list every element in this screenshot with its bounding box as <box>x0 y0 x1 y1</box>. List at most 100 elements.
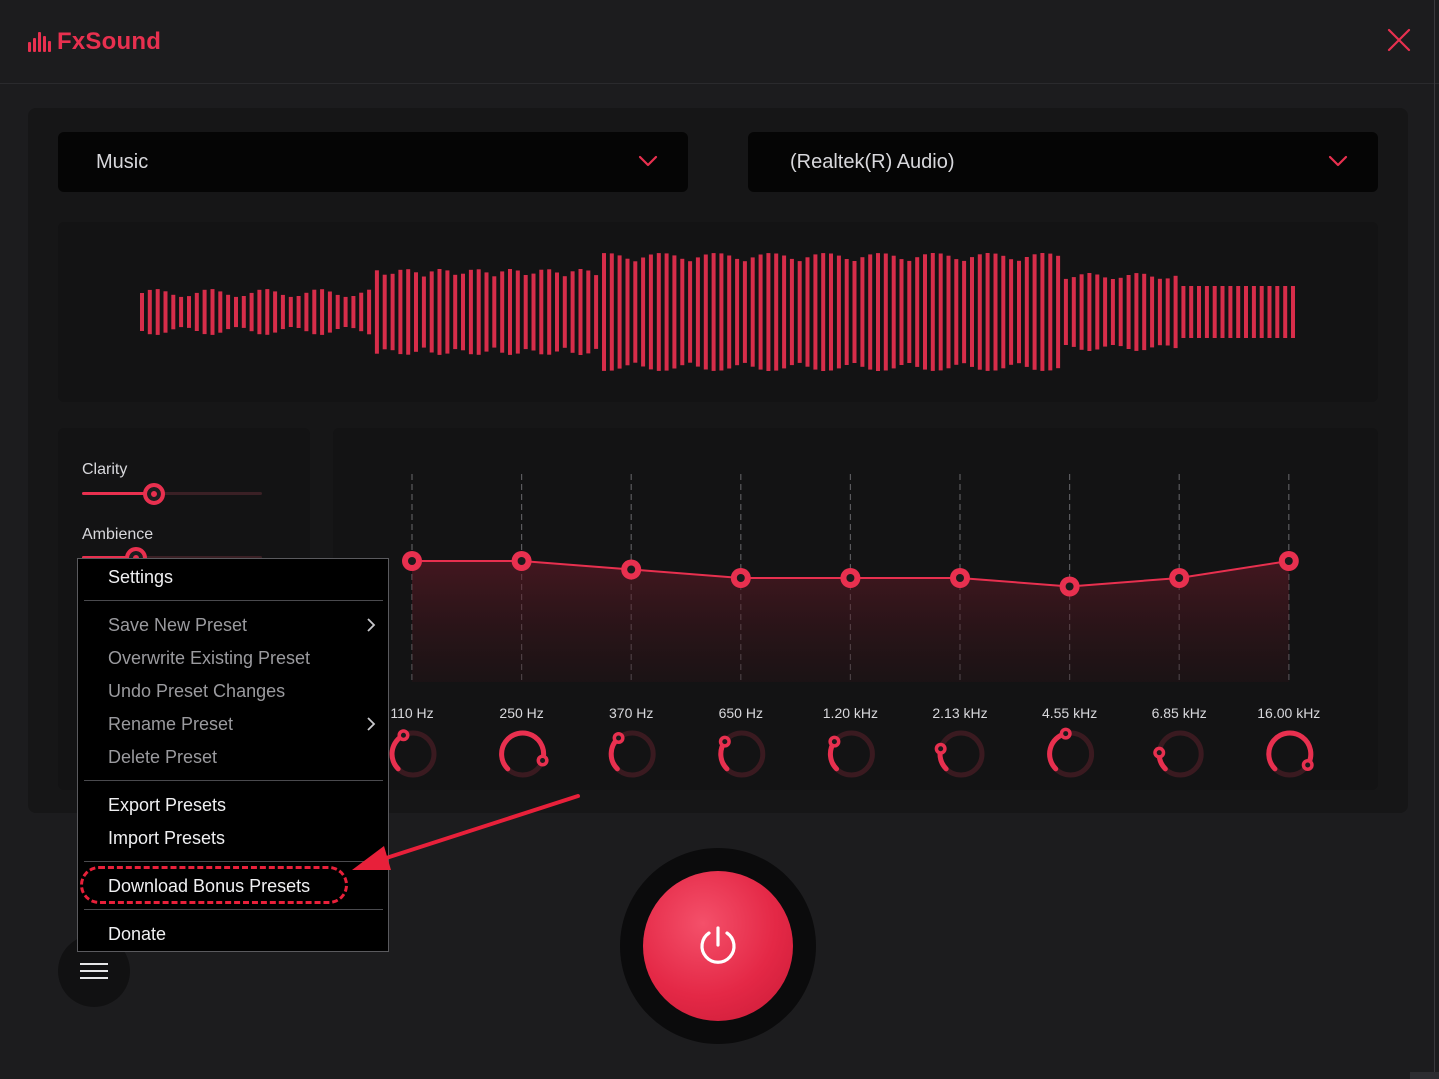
visualizer-bar <box>1087 273 1092 351</box>
device-dropdown[interactable]: (Realtek(R) Audio) <box>748 132 1378 192</box>
menu-item-rename-preset[interactable]: Rename Preset <box>108 714 233 735</box>
visualizer-bar <box>1267 286 1272 338</box>
eq-knob[interactable] <box>1266 730 1314 778</box>
menu-separator <box>84 780 383 781</box>
visualizer-bar <box>171 294 176 330</box>
visualizer-bar <box>445 270 450 354</box>
window-corner <box>1410 1072 1439 1079</box>
visualizer-bar <box>1024 257 1029 367</box>
menu-item-save-new-preset[interactable]: Save New Preset <box>108 615 247 636</box>
menu-item-export-presets[interactable]: Export Presets <box>108 795 226 816</box>
menu-item-undo-preset-changes[interactable]: Undo Preset Changes <box>108 681 285 702</box>
visualizer-bar <box>421 276 426 348</box>
visualizer-bar <box>562 276 567 348</box>
visualizer-bar <box>484 272 489 352</box>
visualizer-bar <box>359 292 364 332</box>
eq-knob-handle-center <box>722 739 728 745</box>
eq-band-label: 370 Hz <box>609 705 653 721</box>
visualizer-bar <box>648 254 653 370</box>
visualizer-bar <box>1150 276 1155 348</box>
eq-knob-handle-center <box>540 757 546 763</box>
chevron-down-icon <box>638 155 658 167</box>
menu-item-overwrite-existing-preset[interactable]: Overwrite Existing Preset <box>108 648 310 669</box>
eq-knob[interactable] <box>827 730 875 778</box>
preset-dropdown[interactable]: Music <box>58 132 688 192</box>
menu-item-donate[interactable]: Donate <box>108 924 166 945</box>
visualizer-bar <box>899 259 904 365</box>
clarity-slider-thumb[interactable] <box>143 483 165 505</box>
visualizer-bar <box>476 269 481 355</box>
visualizer-bar <box>962 260 967 364</box>
visualizer-bar <box>1079 274 1084 350</box>
visualizer-bar <box>993 253 998 371</box>
visualizer-bar <box>398 269 403 355</box>
eq-knob[interactable] <box>1153 730 1204 778</box>
eq-band-handle-center <box>627 565 636 574</box>
visualizer-bar <box>1103 277 1108 347</box>
eq-knob[interactable] <box>934 730 985 778</box>
visualizer-bar <box>766 253 771 371</box>
visualizer-bar <box>1048 253 1053 371</box>
visualizer-bar <box>719 253 724 371</box>
visualizer-bar <box>320 289 325 335</box>
visualizer-bar <box>304 292 309 332</box>
eq-knob[interactable] <box>499 730 549 778</box>
visualizer-bar <box>695 257 700 367</box>
eq-band-handle-center <box>1284 557 1293 565</box>
eq-knob-handle-center <box>1156 750 1162 756</box>
visualizer-bar <box>1032 254 1037 370</box>
chevron-right-icon <box>367 717 376 731</box>
visualizer-bar <box>288 296 293 327</box>
menu-item-download-bonus-presets[interactable]: Download Bonus Presets <box>108 876 310 897</box>
eq-knob[interactable] <box>718 730 766 778</box>
visualizer-bar <box>1142 273 1147 351</box>
close-icon <box>1387 28 1411 52</box>
equalizer-graph[interactable]: 110 Hz 250 Hz 370 Hz 650 Hz 1.20 kHz 2.13 kHz… <box>333 428 1378 790</box>
menu-item-delete-preset[interactable]: Delete Preset <box>108 747 217 768</box>
visualizer-bar <box>1173 275 1178 349</box>
visualizer-bar <box>1165 278 1170 346</box>
visualizer-bar <box>782 255 787 369</box>
power-icon <box>700 926 736 964</box>
eq-band-label: 110 Hz <box>390 705 433 721</box>
visualizer-bar <box>844 259 849 365</box>
menu-item-import-presets[interactable]: Import Presets <box>108 828 225 849</box>
eq-band-handle-center <box>1065 582 1074 591</box>
clarity-slider[interactable] <box>82 483 262 505</box>
visualizer-bar <box>860 257 865 367</box>
visualizer-bar <box>202 289 207 335</box>
visualizer-bar <box>187 296 191 328</box>
visualizer-bar <box>617 255 622 369</box>
main-menu: Settings Save New Preset Overwrite Exist… <box>77 558 389 952</box>
visualizer-bar <box>711 253 716 371</box>
eq-knob[interactable] <box>1047 727 1095 778</box>
visualizer-bar <box>1275 286 1280 338</box>
close-button[interactable] <box>1385 26 1413 54</box>
visualizer-bar <box>641 257 646 367</box>
visualizer-bar <box>1017 260 1021 364</box>
visualizer-bar <box>1283 286 1288 338</box>
visualizer-bar <box>179 296 184 328</box>
visualizer-bar <box>985 253 990 371</box>
visualizer-bar <box>406 269 411 355</box>
visualizer-bar <box>977 254 982 370</box>
visualizer-bar <box>703 254 708 370</box>
eq-knob-handle-center <box>616 735 622 741</box>
visualizer-bar <box>680 258 685 366</box>
visualizer-bar <box>265 289 270 335</box>
visualizer-bar <box>1259 286 1264 338</box>
eq-knob-handle-center <box>1063 731 1069 737</box>
eq-band-label: 1.20 kHz <box>823 705 878 721</box>
visualizer-bar <box>280 294 285 330</box>
visualizer-bar <box>1181 286 1186 338</box>
visualizer-bar <box>672 255 677 369</box>
eq-knob[interactable] <box>608 730 656 778</box>
visualizer-bar <box>1189 286 1194 338</box>
visualizer-bar <box>508 269 512 355</box>
menu-item-settings[interactable]: Settings <box>108 567 173 588</box>
eq-knob[interactable] <box>389 729 437 778</box>
power-button[interactable] <box>643 871 793 1021</box>
eq-knob-handle-center <box>400 732 406 738</box>
preset-dropdown-value: Music <box>96 150 149 173</box>
visualizer-bar <box>218 291 223 333</box>
